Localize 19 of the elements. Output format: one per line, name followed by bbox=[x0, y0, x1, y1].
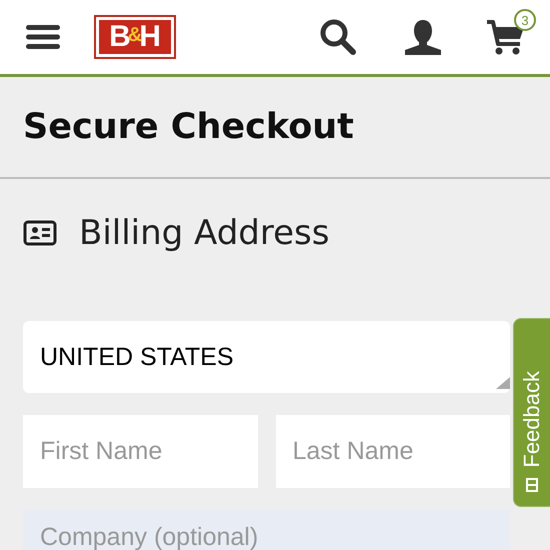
cart-count-badge: 3 bbox=[514, 9, 536, 31]
dropdown-corner-icon bbox=[496, 377, 510, 389]
text-field[interactable]: Last Name bbox=[276, 415, 510, 488]
section-title: Billing Address bbox=[79, 213, 330, 253]
search-icon bbox=[320, 19, 356, 55]
text-field[interactable]: Company (optional) bbox=[23, 510, 510, 550]
account-button[interactable] bbox=[404, 19, 442, 55]
text-field[interactable]: First Name bbox=[23, 415, 258, 488]
logo[interactable]: B&H bbox=[94, 15, 176, 59]
id-card-icon bbox=[23, 220, 57, 246]
menu-button[interactable] bbox=[26, 25, 60, 49]
menu-icon bbox=[26, 25, 60, 49]
search-button[interactable] bbox=[320, 19, 356, 55]
cart-button[interactable]: 3 bbox=[486, 9, 536, 55]
person-icon bbox=[404, 19, 442, 55]
feedback-tab-icon bbox=[526, 478, 538, 492]
page-title: Secure Checkout bbox=[23, 107, 354, 147]
country-select[interactable]: UNITED STATES bbox=[23, 321, 510, 393]
feedback-tab[interactable]: Feedback bbox=[513, 318, 550, 507]
